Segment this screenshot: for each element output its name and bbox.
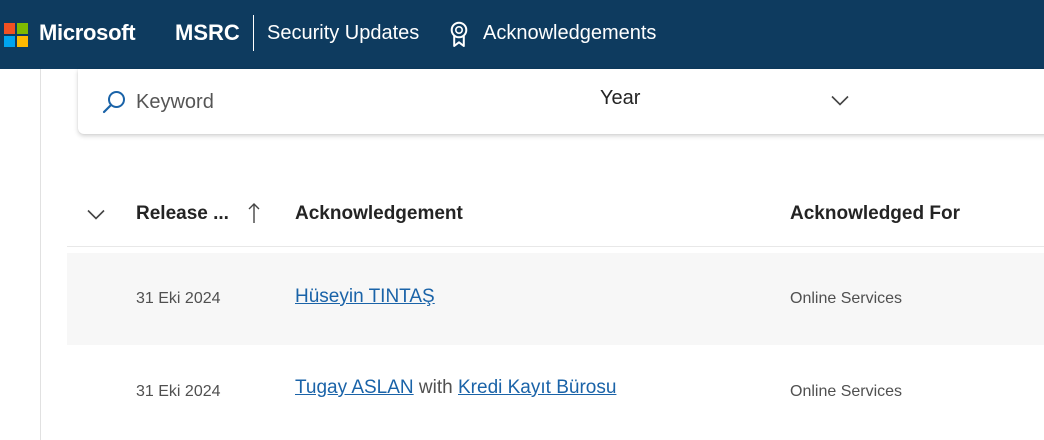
search-icon (102, 90, 126, 119)
with-connector-text: with (418, 377, 453, 398)
microsoft-brand-link[interactable]: Microsoft (39, 20, 136, 46)
table-header: Release ... Acknowledgement Acknowledged… (67, 185, 1044, 247)
keyword-search-input[interactable] (136, 87, 516, 117)
column-header-acknowledgement[interactable]: Acknowledgement (295, 203, 463, 225)
acknowledged-organization-link[interactable]: Kredi Kayıt Bürosu (458, 377, 616, 398)
table-row: 31 Eki 2024 Hüseyin TINTAŞ Online Servic… (67, 253, 1044, 345)
acknowledgement-cell: Hüseyin TINTAŞ (295, 286, 435, 308)
year-dropdown[interactable]: Year (600, 87, 640, 110)
microsoft-logo-icon[interactable] (4, 23, 28, 47)
release-date-cell: 31 Eki 2024 (136, 383, 221, 400)
column-header-acknowledged-for[interactable]: Acknowledged For (790, 203, 960, 225)
table-row: 31 Eki 2024 Tugay ASLAN with Kredi Kayıt… (67, 345, 1044, 437)
acknowledgement-cell: Tugay ASLAN with Kredi Kayıt Bürosu (295, 377, 616, 399)
expand-all-chevron-icon[interactable] (87, 207, 105, 225)
acknowledged-person-link[interactable]: Hüseyin TINTAŞ (295, 286, 435, 307)
release-date-cell: 31 Eki 2024 (136, 290, 221, 307)
acknowledged-for-cell: Online Services (790, 290, 903, 307)
msrc-home-link[interactable]: MSRC (175, 20, 240, 46)
acknowledged-for-cell: Online Services (790, 383, 903, 400)
top-nav-bar: Microsoft MSRC Security Updates Acknowle… (0, 0, 1044, 69)
nav-acknowledgements[interactable]: Acknowledgements (483, 22, 656, 45)
filter-bar: Year (78, 69, 1044, 134)
left-panel-divider (40, 69, 41, 440)
column-header-release-date[interactable]: Release ... (136, 203, 229, 225)
ribbon-badge-icon (450, 21, 468, 53)
nav-security-updates[interactable]: Security Updates (267, 22, 419, 45)
acknowledged-person-link[interactable]: Tugay ASLAN (295, 377, 414, 398)
header-divider (253, 15, 254, 51)
chevron-down-icon[interactable] (831, 93, 849, 111)
sort-ascending-arrow-icon[interactable] (247, 202, 261, 229)
